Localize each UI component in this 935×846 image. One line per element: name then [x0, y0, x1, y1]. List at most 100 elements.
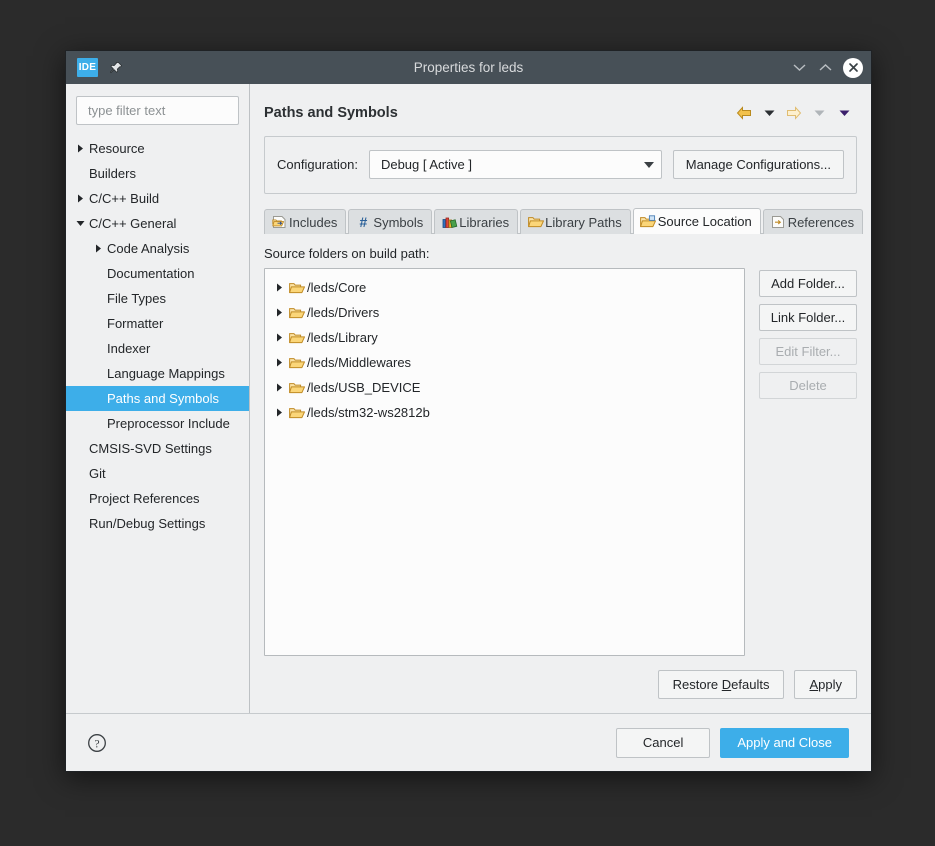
chevron-right-icon[interactable]: [273, 283, 286, 292]
sidebar-item-code-analysis[interactable]: Code Analysis: [66, 236, 249, 261]
help-icon[interactable]: ?: [86, 732, 108, 754]
sidebar-item-label: C/C++ Build: [89, 191, 160, 206]
tab-library-paths[interactable]: Library Paths: [520, 209, 631, 234]
sidebar-item-label: Documentation: [107, 266, 195, 281]
folder-icon: [288, 355, 306, 371]
settings-sidebar: Resource Builders C/C++ Build C/C++ General…: [66, 84, 250, 713]
tab-symbols[interactable]: # Symbols: [348, 209, 433, 234]
chevron-right-icon[interactable]: [273, 383, 286, 392]
sidebar-item-run-debug-settings[interactable]: Run/Debug Settings: [66, 511, 249, 536]
folder-icon: [288, 330, 306, 346]
source-folder-label: /leds/USB_DEVICE: [307, 380, 421, 395]
sidebar-item-paths-and-symbols[interactable]: Paths and Symbols: [66, 386, 249, 411]
tab-label: Includes: [289, 214, 338, 230]
sidebar-item-git[interactable]: Git: [66, 461, 249, 486]
source-folder-row[interactable]: /leds/stm32-ws2812b: [265, 400, 744, 425]
folder-action-buttons: Add Folder... Link Folder... Edit Filter..…: [759, 268, 857, 656]
view-menu-caret-icon[interactable]: [835, 104, 853, 122]
sidebar-item-label: File Types: [107, 291, 167, 306]
folder-icon: [288, 380, 306, 396]
sidebar-item-language-mappings[interactable]: Language Mappings: [66, 361, 249, 386]
sidebar-item-label: Language Mappings: [107, 366, 225, 381]
sidebar-item-builders[interactable]: Builders: [66, 161, 249, 186]
chevron-down-icon: [643, 161, 654, 168]
chevron-down-icon[interactable]: [74, 219, 87, 228]
chevron-right-icon[interactable]: [273, 358, 286, 367]
chevron-right-icon[interactable]: [92, 244, 105, 253]
sidebar-item-label: Indexer: [107, 341, 151, 356]
tab-libraries[interactable]: Libraries: [434, 209, 519, 234]
settings-tree: Resource Builders C/C++ Build C/C++ General…: [66, 133, 249, 713]
content-header: Paths and Symbols: [264, 84, 857, 134]
configuration-group: Configuration: Debug [ Active ] Manage C…: [264, 136, 857, 194]
close-icon[interactable]: [843, 57, 863, 78]
sidebar-item-resource[interactable]: Resource: [66, 136, 249, 161]
search-input[interactable]: [86, 102, 229, 119]
source-folder-row[interactable]: /leds/Middlewares: [265, 350, 744, 375]
edit-filter-button: Edit Filter...: [759, 338, 857, 365]
chevron-right-icon[interactable]: [273, 408, 286, 417]
sidebar-item-label: C/C++ General: [89, 216, 177, 231]
configuration-select[interactable]: Debug [ Active ]: [368, 150, 662, 179]
pin-icon[interactable]: [107, 59, 125, 77]
source-folders-label: Source folders on build path:: [264, 246, 430, 261]
source-folder-row[interactable]: /leds/Drivers: [265, 300, 744, 325]
filter-box[interactable]: [76, 96, 239, 125]
sidebar-item-indexer[interactable]: Indexer: [66, 336, 249, 361]
hash-icon: #: [359, 214, 368, 230]
apply-and-close-button[interactable]: Apply and Close: [720, 727, 849, 758]
dialog-body: Resource Builders C/C++ Build C/C++ General…: [66, 84, 871, 713]
sidebar-item-label: Formatter: [107, 316, 164, 331]
sidebar-item-label: Code Analysis: [107, 241, 190, 256]
sidebar-item-label: Git: [89, 466, 106, 481]
forward-arrow-icon: [785, 104, 803, 122]
source-folder-row[interactable]: /leds/Core: [265, 275, 744, 300]
source-folder-label: /leds/Core: [307, 280, 367, 295]
sidebar-item-formatter[interactable]: Formatter: [66, 311, 249, 336]
tab-label: Library Paths: [545, 214, 622, 230]
window-controls: [791, 57, 863, 78]
restore-defaults-button[interactable]: Restore Defaults: [657, 670, 785, 699]
window-title: Properties for leds: [413, 60, 524, 75]
source-location-panel: Source folders on build path: /leds/Core…: [264, 233, 857, 713]
includes-folder-icon: [271, 214, 288, 230]
back-arrow-icon[interactable]: [735, 104, 753, 122]
source-folder-row[interactable]: /leds/USB_DEVICE: [265, 375, 744, 400]
source-folder-row[interactable]: /leds/Library: [265, 325, 744, 350]
content-pane: Paths and Symbols Configuration: Debug […: [250, 84, 871, 713]
sidebar-item-file-types[interactable]: File Types: [66, 286, 249, 311]
chevron-right-icon[interactable]: [273, 333, 286, 342]
add-folder-button[interactable]: Add Folder...: [759, 270, 857, 297]
sidebar-item-label: Run/Debug Settings: [89, 516, 206, 531]
chevron-right-icon[interactable]: [273, 308, 286, 317]
minimize-button[interactable]: [791, 59, 808, 76]
sidebar-item-label: Project References: [89, 491, 200, 506]
sidebar-item-documentation[interactable]: Documentation: [66, 261, 249, 286]
chevron-right-icon[interactable]: [74, 144, 87, 153]
tab-label: Symbols: [373, 214, 424, 230]
tab-references[interactable]: References: [762, 209, 864, 234]
dialog-footer: ? Cancel Apply and Close: [66, 713, 871, 771]
sidebar-item-cmsis-svd-settings[interactable]: CMSIS-SVD Settings: [66, 436, 249, 461]
link-folder-button[interactable]: Link Folder...: [759, 304, 857, 331]
restore-defaults-label: Restore Defaults: [672, 677, 770, 692]
property-tabs: Includes # Symbols Libraries Library Paths So…: [264, 208, 864, 234]
back-history-caret-icon[interactable]: [760, 104, 778, 122]
tab-label: Source Location: [657, 214, 752, 229]
source-folders-list[interactable]: /leds/Core/leds/Drivers/leds/Library/led…: [264, 268, 745, 656]
cancel-button[interactable]: Cancel: [615, 727, 711, 758]
tab-source-location[interactable]: Source Location: [632, 208, 761, 234]
svg-text:?: ?: [94, 738, 99, 750]
sidebar-item-c-c-general[interactable]: C/C++ General: [66, 211, 249, 236]
configuration-label: Configuration:: [277, 157, 358, 172]
manage-configurations-button[interactable]: Manage Configurations...: [672, 150, 844, 179]
sidebar-item-project-references[interactable]: Project References: [66, 486, 249, 511]
sidebar-item-label: CMSIS-SVD Settings: [89, 441, 212, 456]
sidebar-item-preprocessor-include[interactable]: Preprocessor Include: [66, 411, 249, 436]
apply-button[interactable]: Apply: [794, 670, 857, 699]
tab-includes[interactable]: Includes: [264, 209, 347, 234]
source-folder-label: /leds/Middlewares: [307, 355, 412, 370]
sidebar-item-c-c-build[interactable]: C/C++ Build: [66, 186, 249, 211]
maximize-button[interactable]: [817, 59, 834, 76]
chevron-right-icon[interactable]: [74, 194, 87, 203]
